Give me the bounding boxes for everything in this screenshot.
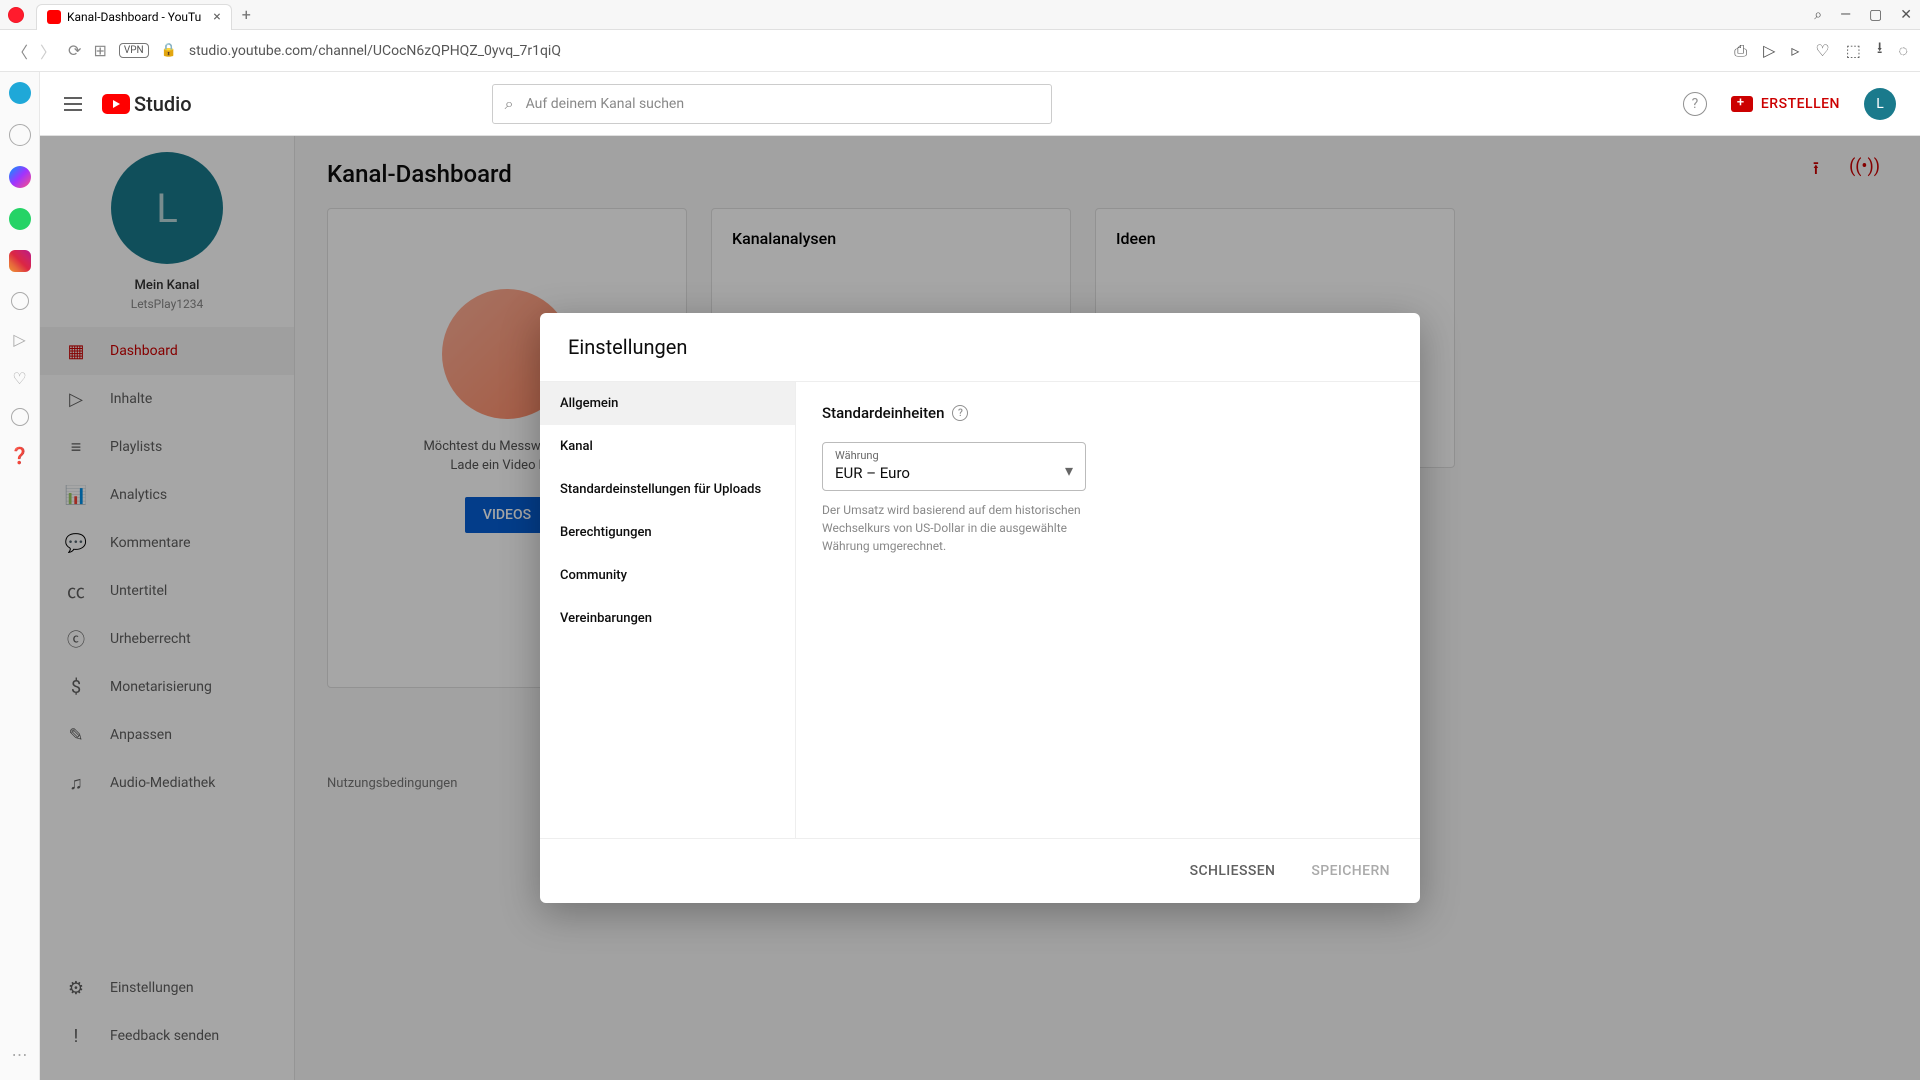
currency-select-label: Währung [835, 449, 1073, 462]
opera-heart-icon[interactable]: ♡ [12, 369, 26, 388]
browser-tab[interactable]: Kanal-Dashboard - YouTu × [36, 4, 232, 30]
help-icon[interactable]: ? [1683, 92, 1707, 116]
currency-hint: Der Umsatz wird basierend auf dem histor… [822, 501, 1086, 555]
modal-nav-community[interactable]: Community [540, 554, 795, 597]
nav-back-icon[interactable]: 〈 [12, 39, 28, 63]
whatsapp-icon[interactable] [9, 208, 31, 230]
opera-workspace-icon[interactable] [9, 82, 31, 104]
help-tooltip-icon[interactable]: ? [952, 405, 968, 421]
hamburger-icon[interactable] [64, 97, 82, 111]
speed-dial-icon[interactable]: ⊞ [93, 41, 106, 60]
browser-toolbar: 〈 〉 ⟳ ⊞ VPN 🔒 studio.youtube.com/channel… [0, 30, 1920, 72]
snapshot-icon[interactable]: ⎙ [1734, 41, 1747, 61]
heart-icon[interactable]: ♡ [1815, 41, 1829, 60]
search-input[interactable]: ⌕ Auf deinem Kanal suchen [492, 84, 1052, 124]
opera-sidebar: ▷ ♡ ❓ ⋯ [0, 72, 40, 1080]
vpn-badge[interactable]: VPN [119, 43, 149, 58]
opera-clock-icon[interactable] [11, 408, 29, 426]
opera-history-icon[interactable] [11, 292, 29, 310]
modal-nav-general[interactable]: Allgemein [540, 382, 795, 425]
window-minimize-icon[interactable]: — [1840, 7, 1851, 23]
modal-nav-agreements[interactable]: Vereinbarungen [540, 597, 795, 640]
search-tabs-icon[interactable]: ⌕ [1814, 7, 1822, 23]
modal-nav-channel[interactable]: Kanal [540, 425, 795, 468]
cube-icon[interactable]: ⬚ [1846, 41, 1861, 60]
studio-body: L Mein Kanal LetsPlay1234 ▦Dashboard ▷In… [40, 136, 1920, 1080]
settings-modal: Einstellungen Allgemein Kanal Standardei… [540, 313, 1420, 903]
new-tab-button[interactable]: + [242, 5, 251, 24]
close-tab-icon[interactable]: × [213, 9, 220, 25]
instagram-icon[interactable] [9, 250, 31, 272]
opera-more-icon[interactable]: ⋯ [12, 1045, 28, 1064]
section-title: Standardeinheiten ? [822, 404, 1394, 422]
opera-menu-icon[interactable] [8, 7, 24, 23]
window-maximize-icon[interactable]: ▢ [1869, 7, 1882, 23]
studio-app: Studio ⌕ Auf deinem Kanal suchen ? ERSTE… [40, 72, 1920, 1080]
create-video-icon [1731, 96, 1753, 112]
nav-forward-icon[interactable]: 〉 [40, 39, 56, 63]
modal-content: Standardeinheiten ? Währung EUR – Euro ▾… [796, 382, 1420, 838]
modal-title: Einstellungen [540, 313, 1420, 381]
messenger-icon[interactable] [9, 166, 31, 188]
currency-select[interactable]: Währung EUR – Euro ▾ [822, 442, 1086, 491]
studio-logo[interactable]: Studio [102, 92, 192, 116]
studio-header: Studio ⌕ Auf deinem Kanal suchen ? ERSTE… [40, 72, 1920, 136]
close-button[interactable]: SCHLIESSEN [1184, 855, 1282, 887]
download-icon[interactable]: ⭳ [1877, 37, 1883, 64]
opera-pinboard-icon[interactable]: ❓ [10, 446, 30, 465]
profile-icon[interactable]: ◌ [1898, 41, 1908, 61]
window-close-icon[interactable]: ✕ [1900, 7, 1912, 23]
browser-titlebar: Kanal-Dashboard - YouTu × + ⌕ — ▢ ✕ [0, 0, 1920, 30]
create-label: ERSTELLEN [1761, 96, 1840, 112]
youtube-favicon [47, 10, 61, 24]
section-title-text: Standardeinheiten [822, 404, 944, 422]
send-icon[interactable]: ▹ [1791, 41, 1799, 60]
create-button[interactable]: ERSTELLEN [1731, 96, 1840, 112]
bookmark-icon[interactable]: ▷ [1763, 41, 1775, 60]
tab-title: Kanal-Dashboard - YouTu [67, 10, 201, 24]
search-icon: ⌕ [505, 94, 514, 114]
opera-bookmarks-icon[interactable] [9, 124, 31, 146]
studio-logo-text: Studio [134, 92, 192, 116]
modal-nav-upload-defaults[interactable]: Standardeinstellungen für Uploads [540, 468, 795, 511]
youtube-play-icon [102, 94, 130, 114]
chevron-down-icon: ▾ [1065, 461, 1073, 480]
currency-select-value: EUR – Euro [835, 464, 1073, 482]
modal-footer: SCHLIESSEN SPEICHERN [540, 839, 1420, 903]
save-button[interactable]: SPEICHERN [1305, 855, 1396, 887]
modal-nav: Allgemein Kanal Standardeinstellungen fü… [540, 382, 796, 838]
search-placeholder: Auf deinem Kanal suchen [526, 96, 685, 112]
avatar[interactable]: L [1864, 88, 1896, 120]
opera-player-icon[interactable]: ▷ [13, 330, 25, 349]
reload-icon[interactable]: ⟳ [68, 41, 81, 60]
url-text[interactable]: studio.youtube.com/channel/UCocN6zQPHQZ_… [189, 43, 561, 59]
modal-overlay: Einstellungen Allgemein Kanal Standardei… [40, 136, 1920, 1080]
modal-nav-permissions[interactable]: Berechtigungen [540, 511, 795, 554]
lock-icon[interactable]: 🔒 [161, 43, 177, 58]
